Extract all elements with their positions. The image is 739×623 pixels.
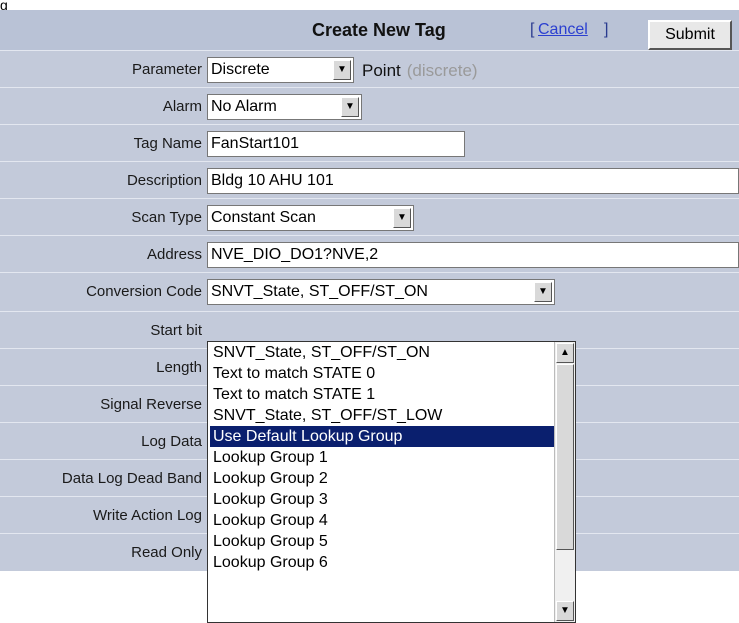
dropdown-option[interactable]: SNVT_State, ST_OFF/ST_LOW bbox=[210, 405, 554, 426]
chevron-down-icon[interactable]: ▼ bbox=[393, 208, 411, 228]
alarm-select[interactable]: No Alarm ▼ bbox=[207, 94, 362, 120]
point-subtype: (discrete) bbox=[406, 61, 478, 80]
page-title: Create New Tag bbox=[312, 20, 446, 40]
cancel-bracket-close: ] bbox=[604, 21, 609, 38]
dropdown-option[interactable]: Lookup Group 6 bbox=[210, 552, 554, 573]
read-only-label: Read Only bbox=[131, 544, 202, 561]
form-header: Create New Tag [ Cancel ] Submit bbox=[0, 10, 739, 50]
dropdown-option[interactable]: Text to match STATE 0 bbox=[210, 363, 554, 384]
dropdown-option-selected[interactable]: Use Default Lookup Group bbox=[210, 426, 554, 447]
conversion-code-label: Conversion Code bbox=[86, 283, 202, 300]
description-label: Description bbox=[126, 172, 202, 189]
dropdown-option[interactable]: Lookup Group 2 bbox=[210, 468, 554, 489]
chevron-down-icon[interactable]: ▼ bbox=[341, 97, 359, 117]
row-tag-name: Tag Name FanStart101 bbox=[0, 124, 739, 162]
scan-type-label: Scan Type bbox=[131, 209, 202, 226]
start-bit-label: Start bit bbox=[150, 322, 202, 339]
data-log-dead-band-label: Data Log Dead Band bbox=[61, 470, 202, 487]
cancel-bracket-open: [ bbox=[530, 21, 535, 38]
conversion-code-select[interactable]: SNVT_State, ST_OFF/ST_ON ▼ bbox=[207, 279, 555, 305]
cancel-link[interactable]: Cancel bbox=[538, 21, 588, 39]
length-label: Length bbox=[156, 359, 202, 376]
write-action-log-label: Write Action Log bbox=[93, 507, 202, 524]
chevron-down-icon[interactable]: ▼ bbox=[333, 60, 351, 80]
row-parameter: Parameter Discrete ▼ Point (discrete) bbox=[0, 50, 739, 88]
parameter-value: Discrete bbox=[211, 61, 270, 78]
tag-name-input[interactable]: FanStart101 bbox=[207, 131, 465, 157]
dropdown-option[interactable]: Lookup Group 5 bbox=[210, 531, 554, 552]
page-fragment: g bbox=[0, 0, 8, 10]
point-type-text: Point (discrete) bbox=[362, 61, 478, 81]
conversion-code-dropdown-list[interactable]: SNVT_State, ST_OFF/ST_ON Text to match S… bbox=[207, 341, 576, 623]
log-data-label: Log Data bbox=[141, 433, 202, 450]
scroll-down-arrow-icon[interactable]: ▼ bbox=[556, 601, 574, 621]
address-label: Address bbox=[146, 246, 202, 263]
signal-reverse-label: Signal Reverse bbox=[100, 396, 202, 413]
scan-type-value: Constant Scan bbox=[211, 209, 316, 226]
address-input[interactable]: NVE_DIO_DO1?NVE,2 bbox=[207, 242, 739, 268]
dropdown-option[interactable]: Lookup Group 3 bbox=[210, 489, 554, 510]
scroll-up-arrow-icon[interactable]: ▲ bbox=[556, 343, 574, 363]
alarm-value: No Alarm bbox=[211, 98, 277, 115]
row-alarm: Alarm No Alarm ▼ bbox=[0, 87, 739, 125]
dropdown-option[interactable]: Lookup Group 4 bbox=[210, 510, 554, 531]
submit-button[interactable]: Submit bbox=[648, 20, 732, 50]
row-description: Description Bldg 10 AHU 101 bbox=[0, 161, 739, 199]
conversion-code-value: SNVT_State, ST_OFF/ST_ON bbox=[211, 283, 428, 300]
dropdown-scrollbar[interactable]: ▲ ▼ bbox=[554, 342, 575, 622]
scrollbar-thumb[interactable] bbox=[556, 364, 574, 550]
row-scan-type: Scan Type Constant Scan ▼ bbox=[0, 198, 739, 236]
alarm-label: Alarm bbox=[162, 98, 202, 115]
dropdown-option[interactable]: Text to match STATE 1 bbox=[210, 384, 554, 405]
parameter-label: Parameter bbox=[131, 61, 202, 78]
dropdown-option[interactable]: Lookup Group 1 bbox=[210, 447, 554, 468]
scan-type-select[interactable]: Constant Scan ▼ bbox=[207, 205, 414, 231]
dropdown-option[interactable]: SNVT_State, ST_OFF/ST_ON bbox=[210, 342, 554, 363]
row-address: Address NVE_DIO_DO1?NVE,2 bbox=[0, 235, 739, 273]
parameter-select[interactable]: Discrete ▼ bbox=[207, 57, 354, 83]
point-label: Point bbox=[362, 61, 401, 80]
tag-name-label: Tag Name bbox=[133, 135, 202, 152]
chevron-down-icon[interactable]: ▼ bbox=[534, 282, 552, 302]
row-conversion-code: Conversion Code SNVT_State, ST_OFF/ST_ON… bbox=[0, 272, 739, 312]
description-input[interactable]: Bldg 10 AHU 101 bbox=[207, 168, 739, 194]
